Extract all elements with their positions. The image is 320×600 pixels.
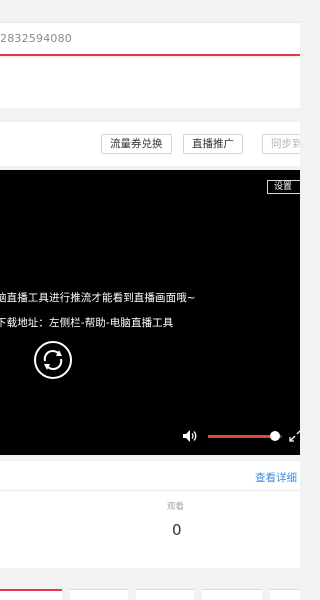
url-text: 2832594080 (0, 32, 72, 45)
fullscreen-icon[interactable] (289, 427, 300, 442)
video-player[interactable]: 设置 脑直播工具进行推流才能看到直播画面哦~ 下载地址：左侧栏-帮助-电脑直播工… (0, 170, 300, 455)
live-toolbar: 流量券兑换 直播推广 同步到 (0, 122, 300, 166)
viewers-label: 观看 (167, 502, 185, 512)
bottom-tab[interactable] (0, 589, 62, 600)
divider (0, 490, 300, 491)
sync-to-button[interactable]: 同步到 (262, 134, 300, 154)
bottom-tab[interactable] (270, 589, 300, 600)
bottom-tab-strip (0, 568, 300, 600)
volume-slider[interactable] (208, 431, 282, 441)
player-hint-line-1: 脑直播工具进行推流才能看到直播画面哦~ (0, 292, 196, 304)
volume-slider-handle[interactable] (270, 431, 280, 441)
bottom-tab[interactable] (202, 589, 262, 600)
traffic-coupon-exchange-button[interactable]: 流量券兑换 (101, 134, 172, 154)
player-settings-button[interactable]: 设置 (267, 180, 300, 194)
bottom-tab[interactable] (70, 589, 128, 600)
viewers-count: 0 (172, 521, 182, 539)
volume-icon[interactable] (182, 428, 198, 442)
refresh-icon[interactable] (33, 340, 73, 380)
view-details-link[interactable]: 查看详细 (255, 470, 297, 485)
bottom-tab[interactable] (136, 589, 194, 600)
live-promotion-button[interactable]: 直播推广 (183, 134, 243, 154)
url-bar[interactable]: 2832594080 (0, 22, 300, 56)
blank-panel (0, 58, 300, 108)
stats-panel: 查看详细 观看 0 (0, 461, 300, 568)
volume-slider-fill (208, 435, 275, 438)
section-gap (0, 108, 300, 122)
player-hint-line-2: 下载地址：左侧栏-帮助-电脑直播工具 (0, 317, 174, 329)
live-stream-page: 2832594080 流量券兑换 直播推广 同步到 设置 脑直播工具进行推流才能… (0, 0, 300, 600)
